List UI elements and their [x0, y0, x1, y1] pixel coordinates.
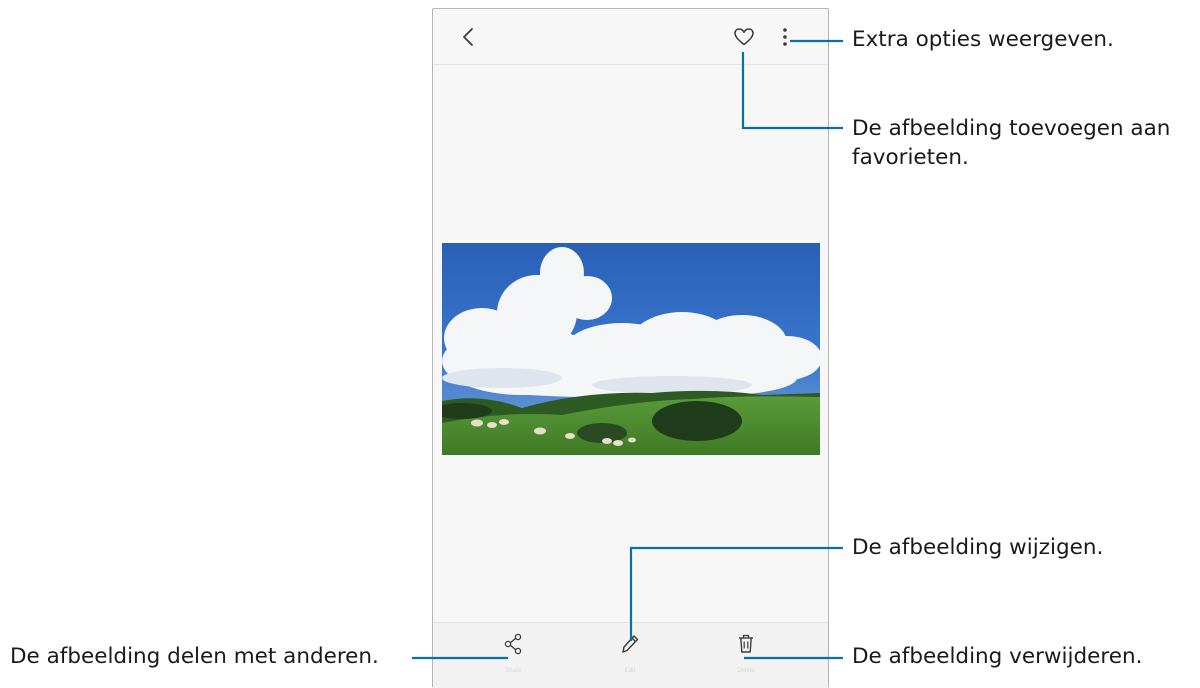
callout-line-favorite: [741, 52, 843, 130]
callout-delete: De afbeelding verwijderen.: [852, 644, 1143, 669]
callout-favorite-line1: De afbeelding toevoegen aan: [852, 116, 1171, 141]
callout-favorite-line2: favorieten.: [852, 145, 969, 170]
callout-edit: De afbeelding wijzigen.: [852, 535, 1104, 560]
callout-lines: [412, 39, 843, 660]
callout-more-options: Extra opties weergeven.: [852, 27, 1114, 52]
callout-line-edit: [629, 546, 843, 641]
callout-share: De afbeelding delen met anderen.: [10, 644, 379, 669]
